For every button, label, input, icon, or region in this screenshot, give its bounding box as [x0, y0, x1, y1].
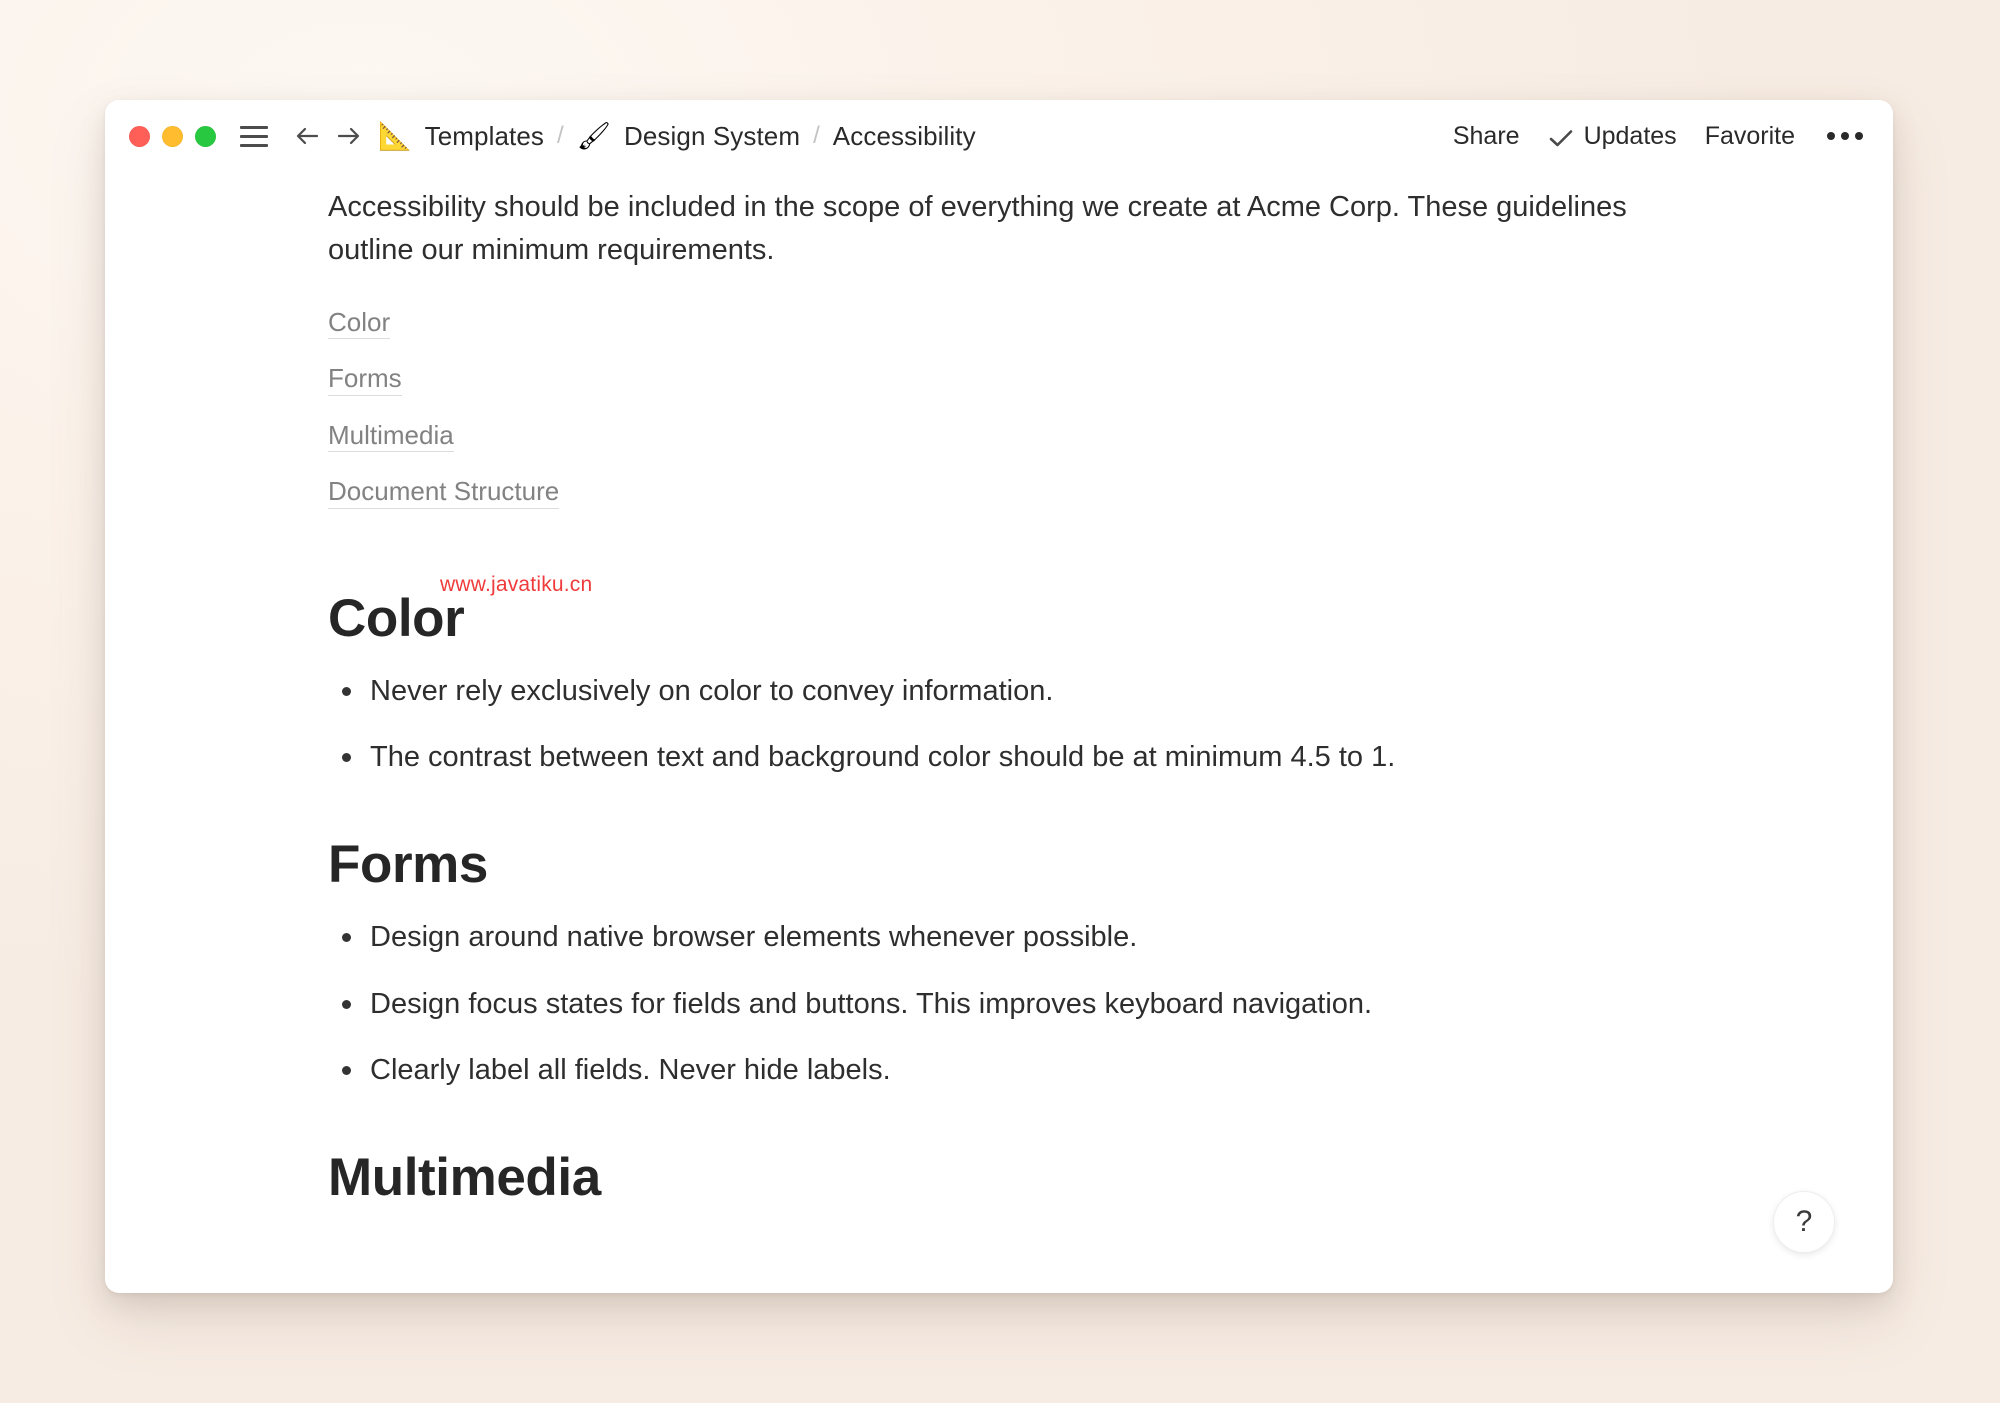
toc-link-document-structure[interactable]: Document Structure — [328, 475, 560, 509]
list-item: Clearly label all fields. Never hide lab… — [328, 1050, 1773, 1091]
share-label: Share — [1452, 121, 1520, 150]
share-button[interactable]: Share — [1453, 122, 1520, 151]
list-item: Design focus states for fields and butto… — [328, 984, 1773, 1025]
traffic-light-group — [129, 125, 216, 147]
breadcrumb-item-templates[interactable]: Templates — [425, 121, 544, 152]
triangular-ruler-icon: 📐 — [378, 120, 412, 151]
intro-paragraph: Accessibility should be included in the … — [328, 191, 1627, 266]
toc-link-multimedia[interactable]: Multimedia — [328, 419, 454, 453]
section-heading-color: Color — [328, 588, 465, 648]
favorite-label: Favorite — [1704, 121, 1795, 150]
toc-row: Document Structure — [328, 475, 1773, 532]
updates-button[interactable]: Updates — [1548, 122, 1677, 151]
favorite-button[interactable]: Favorite — [1705, 122, 1795, 151]
minimize-window-button[interactable] — [162, 125, 183, 147]
window-toolbar: 📐 Templates / 🖌 Design System / Accessib… — [105, 100, 1893, 172]
toolbar-actions: Share Updates Favorite — [1453, 122, 1867, 151]
help-button[interactable]: ? — [1773, 1191, 1835, 1253]
arrow-left-icon[interactable] — [288, 119, 328, 153]
check-icon — [1548, 126, 1574, 147]
forms-bullet-list: Design around native browser elements wh… — [328, 917, 1773, 1091]
updates-label: Updates — [1583, 121, 1677, 150]
list-item: The contrast between text and background… — [328, 737, 1773, 778]
section-heading-multimedia: Multimedia — [328, 1147, 601, 1207]
toc-row: Multimedia — [328, 419, 1773, 476]
breadcrumb-item-design-system[interactable]: Design System — [624, 121, 800, 152]
close-window-button[interactable] — [129, 125, 150, 147]
breadcrumb: 📐 Templates / 🖌 Design System / Accessib… — [378, 121, 976, 152]
breadcrumb-separator: / — [813, 122, 820, 149]
app-window: 📐 Templates / 🖌 Design System / Accessib… — [105, 100, 1893, 1293]
ellipsis-icon[interactable] — [1823, 132, 1867, 140]
breadcrumb-item-accessibility[interactable]: Accessibility — [833, 121, 976, 152]
list-item: Never rely exclusively on color to conve… — [328, 671, 1773, 712]
list-item: Design around native browser elements wh… — [328, 917, 1773, 958]
hamburger-icon[interactable] — [238, 121, 270, 151]
maximize-window-button[interactable] — [195, 125, 216, 147]
document-body: Accessibility should be included in the … — [105, 172, 1893, 1293]
help-button-label: ? — [1795, 1205, 1813, 1238]
toc-link-color[interactable]: Color — [328, 306, 391, 340]
section-heading-forms: Forms — [328, 835, 488, 894]
paintbrush-icon: 🖌 — [576, 120, 611, 151]
table-of-contents: Color Forms Multimedia Document Structur… — [328, 306, 1773, 532]
color-bullet-list: Never rely exclusively on color to conve… — [328, 671, 1773, 778]
toc-row: Forms — [328, 362, 1773, 419]
breadcrumb-separator: / — [557, 122, 564, 149]
arrow-right-icon[interactable] — [328, 119, 368, 153]
toc-link-forms[interactable]: Forms — [328, 362, 402, 396]
toc-row: Color — [328, 306, 1773, 363]
